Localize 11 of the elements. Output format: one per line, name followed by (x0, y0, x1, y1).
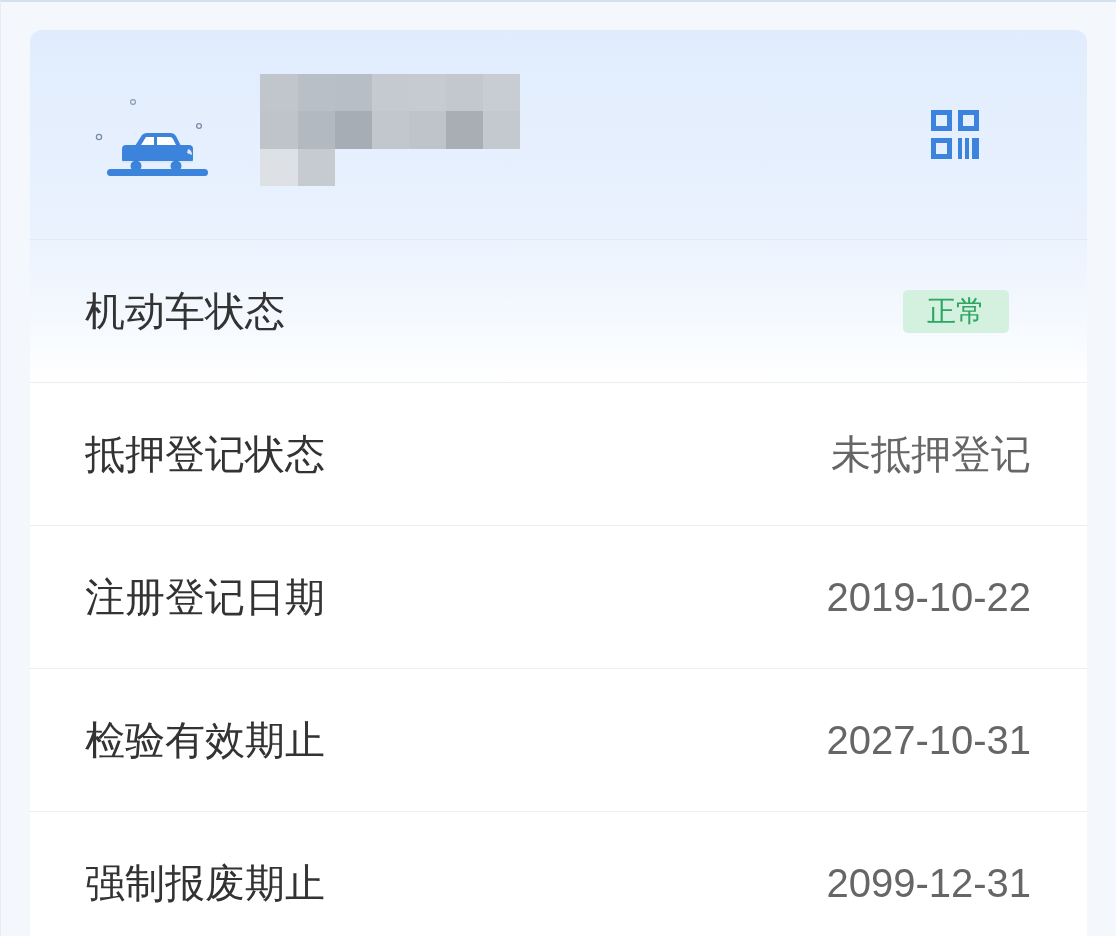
field-value: 2027-10-31 (826, 717, 1031, 764)
status-tag: 正常 (903, 289, 1009, 333)
field-value: 2019-10-22 (826, 574, 1031, 621)
field-label: 检验有效期止 (85, 717, 325, 764)
field-value: 2099-12-31 (826, 860, 1031, 907)
field-label: 抵押登记状态 (85, 431, 325, 478)
field-value: 未抵押登记 (831, 431, 1031, 478)
field-label: 强制报废期止 (85, 860, 325, 907)
qr-code-icon[interactable] (931, 110, 979, 159)
field-label: 机动车状态 (85, 288, 285, 335)
field-label: 注册登记日期 (85, 574, 325, 621)
